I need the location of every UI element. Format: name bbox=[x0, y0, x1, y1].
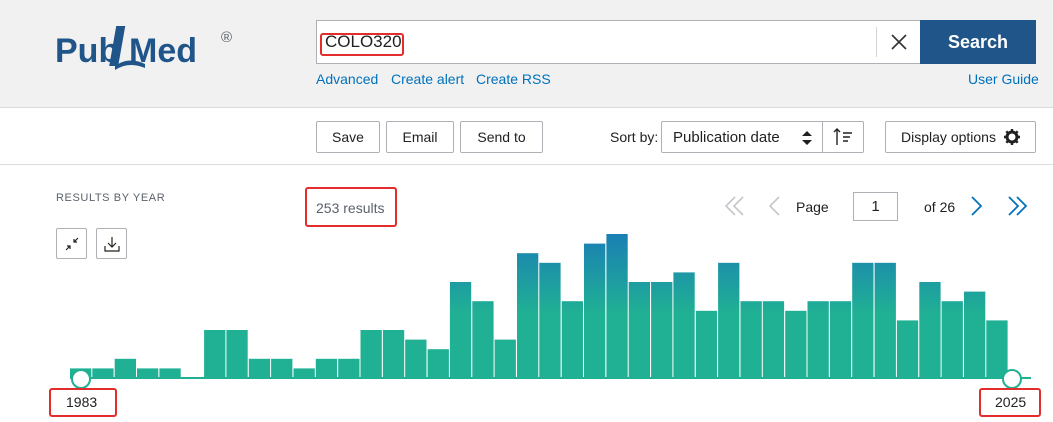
histogram-bar-2000[interactable] bbox=[449, 282, 472, 378]
first-page-button[interactable] bbox=[722, 193, 748, 219]
search-box bbox=[316, 20, 920, 64]
previous-page-button[interactable] bbox=[762, 193, 788, 219]
chevron-right-icon bbox=[971, 196, 983, 216]
create-alert-link[interactable]: Create alert bbox=[391, 71, 464, 87]
sort-descending-icon bbox=[833, 128, 852, 145]
histogram-bar-1989[interactable] bbox=[204, 330, 226, 378]
page-number-input[interactable] bbox=[853, 192, 898, 221]
double-chevron-left-icon bbox=[724, 196, 744, 216]
timeline-end-year: 2025 bbox=[995, 394, 1027, 410]
collapse-icon bbox=[65, 237, 78, 250]
histogram-bar-1999[interactable] bbox=[427, 349, 449, 378]
histogram-bar-2017[interactable] bbox=[829, 301, 852, 378]
sort-order-button[interactable] bbox=[822, 121, 864, 153]
page-label: Page bbox=[796, 199, 829, 215]
pubmed-logo[interactable]: Pub Med ® bbox=[55, 16, 245, 76]
advanced-link[interactable]: Advanced bbox=[316, 71, 378, 87]
email-button[interactable]: Email bbox=[386, 121, 454, 153]
gear-icon bbox=[1003, 129, 1020, 145]
histogram-bar-2024[interactable] bbox=[986, 320, 1008, 378]
histogram-bar-2001[interactable] bbox=[472, 301, 494, 378]
create-rss-link[interactable]: Create RSS bbox=[476, 71, 551, 87]
double-chevron-right-icon bbox=[1008, 196, 1028, 216]
timeline-start-handle[interactable] bbox=[71, 369, 91, 389]
timeline-end-handle[interactable] bbox=[1002, 369, 1022, 389]
display-options-label: Display options bbox=[901, 129, 996, 145]
histogram-bar-1996[interactable] bbox=[360, 330, 382, 378]
histogram-bar-1992[interactable] bbox=[271, 358, 293, 378]
histogram-bar-2019[interactable] bbox=[874, 262, 896, 378]
histogram-bar-2002[interactable] bbox=[494, 339, 516, 378]
histogram-bar-1997[interactable] bbox=[382, 330, 405, 378]
chevron-left-icon bbox=[768, 196, 780, 216]
histogram-bar-1984[interactable] bbox=[92, 368, 114, 378]
sort-by-label: Sort by: bbox=[610, 129, 659, 145]
clear-search-button[interactable] bbox=[876, 27, 920, 57]
histogram-bar-1995[interactable] bbox=[338, 358, 360, 378]
histogram-bar-1998[interactable] bbox=[405, 339, 427, 378]
search-button[interactable]: Search bbox=[920, 20, 1036, 64]
histogram-bar-1993[interactable] bbox=[293, 368, 315, 378]
histogram-bar-2016[interactable] bbox=[807, 301, 829, 378]
histogram-bar-1986[interactable] bbox=[137, 368, 159, 378]
toolbar-divider bbox=[0, 164, 1053, 165]
logo-text-med: Med bbox=[129, 32, 197, 70]
histogram-bar-2018[interactable] bbox=[852, 262, 874, 378]
send-to-button[interactable]: Send to bbox=[460, 121, 543, 153]
collapse-timeline-button[interactable] bbox=[56, 228, 87, 259]
histogram-bar-2010[interactable] bbox=[673, 272, 695, 378]
histogram-bars bbox=[70, 234, 1008, 378]
histogram-bar-2012[interactable] bbox=[718, 262, 740, 378]
histogram-bar-1990[interactable] bbox=[226, 330, 248, 378]
next-page-button[interactable] bbox=[963, 193, 989, 219]
histogram-bar-2015[interactable] bbox=[785, 310, 807, 378]
histogram-bar-2006[interactable] bbox=[584, 243, 606, 378]
histogram-bar-1991[interactable] bbox=[248, 358, 271, 378]
histogram-bar-2009[interactable] bbox=[651, 282, 673, 378]
sort-value: Publication date bbox=[673, 128, 780, 146]
histogram-bar-1994[interactable] bbox=[315, 358, 338, 378]
result-count: 253 results bbox=[316, 200, 385, 216]
download-timeline-button[interactable] bbox=[96, 228, 127, 259]
save-button[interactable]: Save bbox=[316, 121, 380, 153]
total-pages-label: of 26 bbox=[924, 199, 956, 215]
histogram-bar-2021[interactable] bbox=[919, 282, 941, 378]
search-input[interactable] bbox=[325, 29, 865, 55]
display-options-button[interactable]: Display options bbox=[885, 121, 1036, 153]
user-guide-link[interactable]: User Guide bbox=[968, 71, 1039, 87]
histogram-bar-1987[interactable] bbox=[159, 368, 181, 378]
histogram-bar-2022[interactable] bbox=[941, 301, 963, 378]
histogram-bar-2004[interactable] bbox=[539, 262, 561, 378]
close-icon bbox=[890, 34, 907, 50]
sort-select[interactable]: Publication date bbox=[661, 121, 823, 153]
histogram-bar-2005[interactable] bbox=[561, 301, 583, 378]
histogram-bar-2003[interactable] bbox=[517, 253, 539, 378]
histogram-bar-2014[interactable] bbox=[762, 301, 785, 378]
histogram-bar-1985[interactable] bbox=[114, 358, 136, 378]
download-icon bbox=[103, 236, 120, 252]
registered-mark: ® bbox=[221, 29, 232, 46]
histogram-bar-2023[interactable] bbox=[964, 291, 986, 378]
results-by-year-title: RESULTS BY YEAR bbox=[56, 192, 166, 204]
histogram-bar-2011[interactable] bbox=[695, 310, 718, 378]
histogram-bar-2007[interactable] bbox=[606, 234, 628, 378]
sort-updown-icon bbox=[802, 131, 812, 145]
histogram-bar-2008[interactable] bbox=[628, 282, 650, 378]
last-page-button[interactable] bbox=[1004, 193, 1030, 219]
timeline-start-year: 1983 bbox=[66, 394, 98, 410]
histogram-bar-2020[interactable] bbox=[896, 320, 919, 378]
histogram-bar-2013[interactable] bbox=[740, 301, 762, 378]
